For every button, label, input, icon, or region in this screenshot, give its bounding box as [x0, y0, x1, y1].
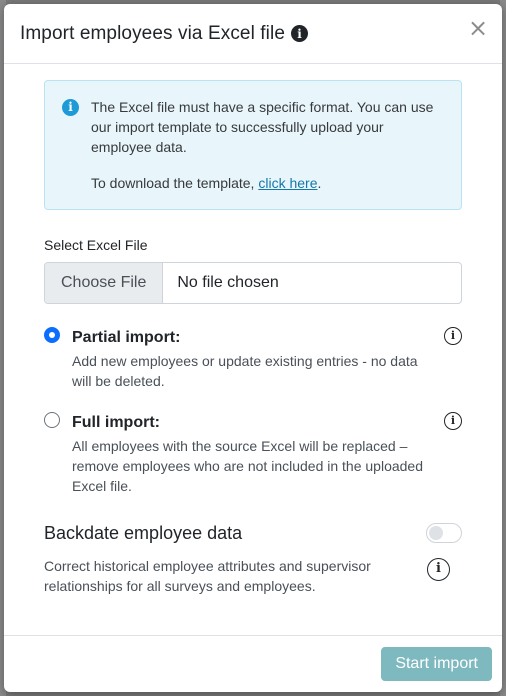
info-icon: i — [62, 99, 79, 116]
info-alert: i The Excel file must have a specific fo… — [44, 80, 462, 210]
alert-text: The Excel file must have a specific form… — [91, 99, 434, 155]
info-icon[interactable]: i — [444, 412, 462, 430]
import-modal: Import employees via Excel file i × i Th… — [4, 4, 502, 692]
backdate-title: Backdate employee data — [44, 523, 243, 543]
file-input[interactable]: Choose File No file chosen — [44, 262, 462, 304]
download-template-link[interactable]: click here — [258, 175, 317, 191]
modal-footer: Start import — [4, 635, 502, 692]
modal-title: Import employees via Excel file — [20, 22, 285, 44]
full-import-option[interactable]: Full import: All employees with the sour… — [44, 412, 462, 496]
choose-file-button[interactable]: Choose File — [45, 263, 164, 303]
partial-import-option[interactable]: Partial import: Add new employees or upd… — [44, 327, 462, 391]
info-icon[interactable]: i — [444, 327, 462, 345]
close-icon[interactable]: × — [468, 16, 488, 40]
full-import-description: All employees with the source Excel will… — [72, 438, 424, 494]
modal-body: i The Excel file must have a specific fo… — [4, 64, 502, 635]
start-import-button[interactable]: Start import — [381, 647, 492, 681]
alert-download-prefix: To download the template, — [91, 175, 259, 191]
partial-import-title: Partial import: — [72, 329, 181, 346]
backdate-toggle[interactable] — [426, 523, 462, 543]
full-import-title: Full import: — [72, 414, 160, 431]
alert-download-line: To download the template, click here. — [91, 173, 445, 193]
backdate-description: Correct historical employee attributes a… — [44, 558, 371, 594]
file-status: No file chosen — [177, 274, 279, 291]
alert-download-suffix: . — [317, 175, 322, 191]
info-icon[interactable]: i — [290, 25, 308, 42]
partial-import-radio[interactable] — [44, 327, 60, 343]
partial-import-description: Add new employees or update existing ent… — [72, 353, 418, 389]
backdate-section: Backdate employee data Correct historica… — [44, 520, 462, 596]
select-file-label: Select Excel File — [44, 237, 148, 253]
modal-header: Import employees via Excel file i × — [4, 4, 502, 64]
info-icon[interactable]: i — [427, 558, 450, 581]
full-import-radio[interactable] — [44, 412, 60, 428]
